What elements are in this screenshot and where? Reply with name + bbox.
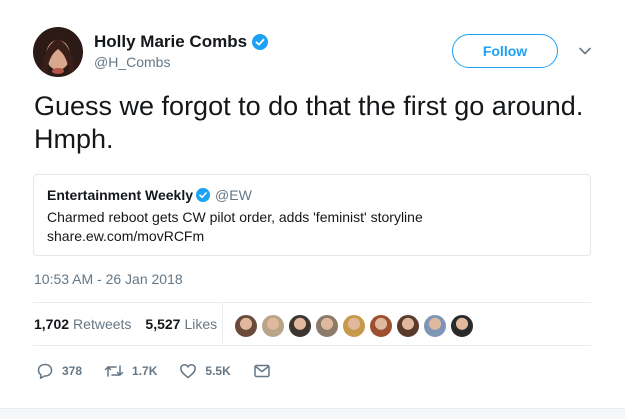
author-name-row[interactable]: Holly Marie Combs [94, 32, 269, 52]
quoted-tweet[interactable]: Entertainment Weekly @EW Charmed reboot … [33, 174, 591, 256]
quoted-tweet-header: Entertainment Weekly @EW [47, 187, 252, 203]
reply-button[interactable]: 378 [36, 362, 82, 380]
liker-avatar[interactable] [450, 314, 474, 338]
retweets-label[interactable]: Retweets [73, 316, 131, 332]
divider [33, 345, 591, 346]
follow-button[interactable]: Follow [452, 34, 558, 68]
chevron-down-icon[interactable] [578, 44, 592, 58]
direct-message-button[interactable] [253, 362, 271, 380]
likes-label[interactable]: Likes [184, 316, 217, 332]
tweet-text: Guess we forgot to do that the first go … [34, 91, 584, 154]
message-icon [253, 362, 271, 380]
like-button[interactable]: 5.5K [179, 362, 231, 380]
reply-count: 378 [62, 364, 83, 378]
likers-avatars [234, 314, 477, 338]
author-handle[interactable]: @H_Combs [94, 54, 170, 70]
quoted-tweet-link[interactable]: share.ew.com/movRCFm [47, 227, 204, 246]
retweet-button[interactable]: 1.7K [104, 362, 157, 380]
like-count: 5.5K [205, 364, 231, 378]
liker-avatar[interactable] [423, 314, 447, 338]
verified-badge-icon [252, 34, 269, 50]
avatar[interactable] [33, 27, 83, 77]
liker-avatar[interactable] [261, 314, 285, 338]
action-bar: 378 1.7K 5.5K [36, 362, 293, 380]
stats-separator [222, 303, 223, 344]
verified-badge-icon [196, 188, 211, 202]
liker-avatar[interactable] [396, 314, 420, 338]
reply-icon [36, 362, 54, 380]
quoted-author-name: Entertainment Weekly [47, 187, 194, 203]
timestamp[interactable]: 10:53 AM - 26 Jan 2018 [34, 271, 183, 287]
quoted-tweet-text: Charmed reboot gets CW pilot order, adds… [47, 209, 423, 225]
engagement-stats: 1,702 Retweets 5,527 Likes [34, 316, 217, 332]
liker-avatar[interactable] [315, 314, 339, 338]
liker-avatar[interactable] [288, 314, 312, 338]
tweet-card: Holly Marie Combs @H_Combs Follow Guess … [0, 0, 625, 419]
footer-strip [0, 408, 625, 419]
heart-icon [179, 362, 197, 380]
retweets-count[interactable]: 1,702 [34, 316, 69, 332]
liker-avatar[interactable] [234, 314, 258, 338]
divider [33, 302, 591, 303]
liker-avatar[interactable] [342, 314, 366, 338]
quoted-author-handle: @EW [215, 187, 252, 203]
likes-count[interactable]: 5,527 [145, 316, 180, 332]
retweet-count: 1.7K [132, 364, 158, 378]
retweet-icon [104, 362, 124, 380]
liker-avatar[interactable] [369, 314, 393, 338]
display-name[interactable]: Holly Marie Combs [94, 32, 247, 52]
